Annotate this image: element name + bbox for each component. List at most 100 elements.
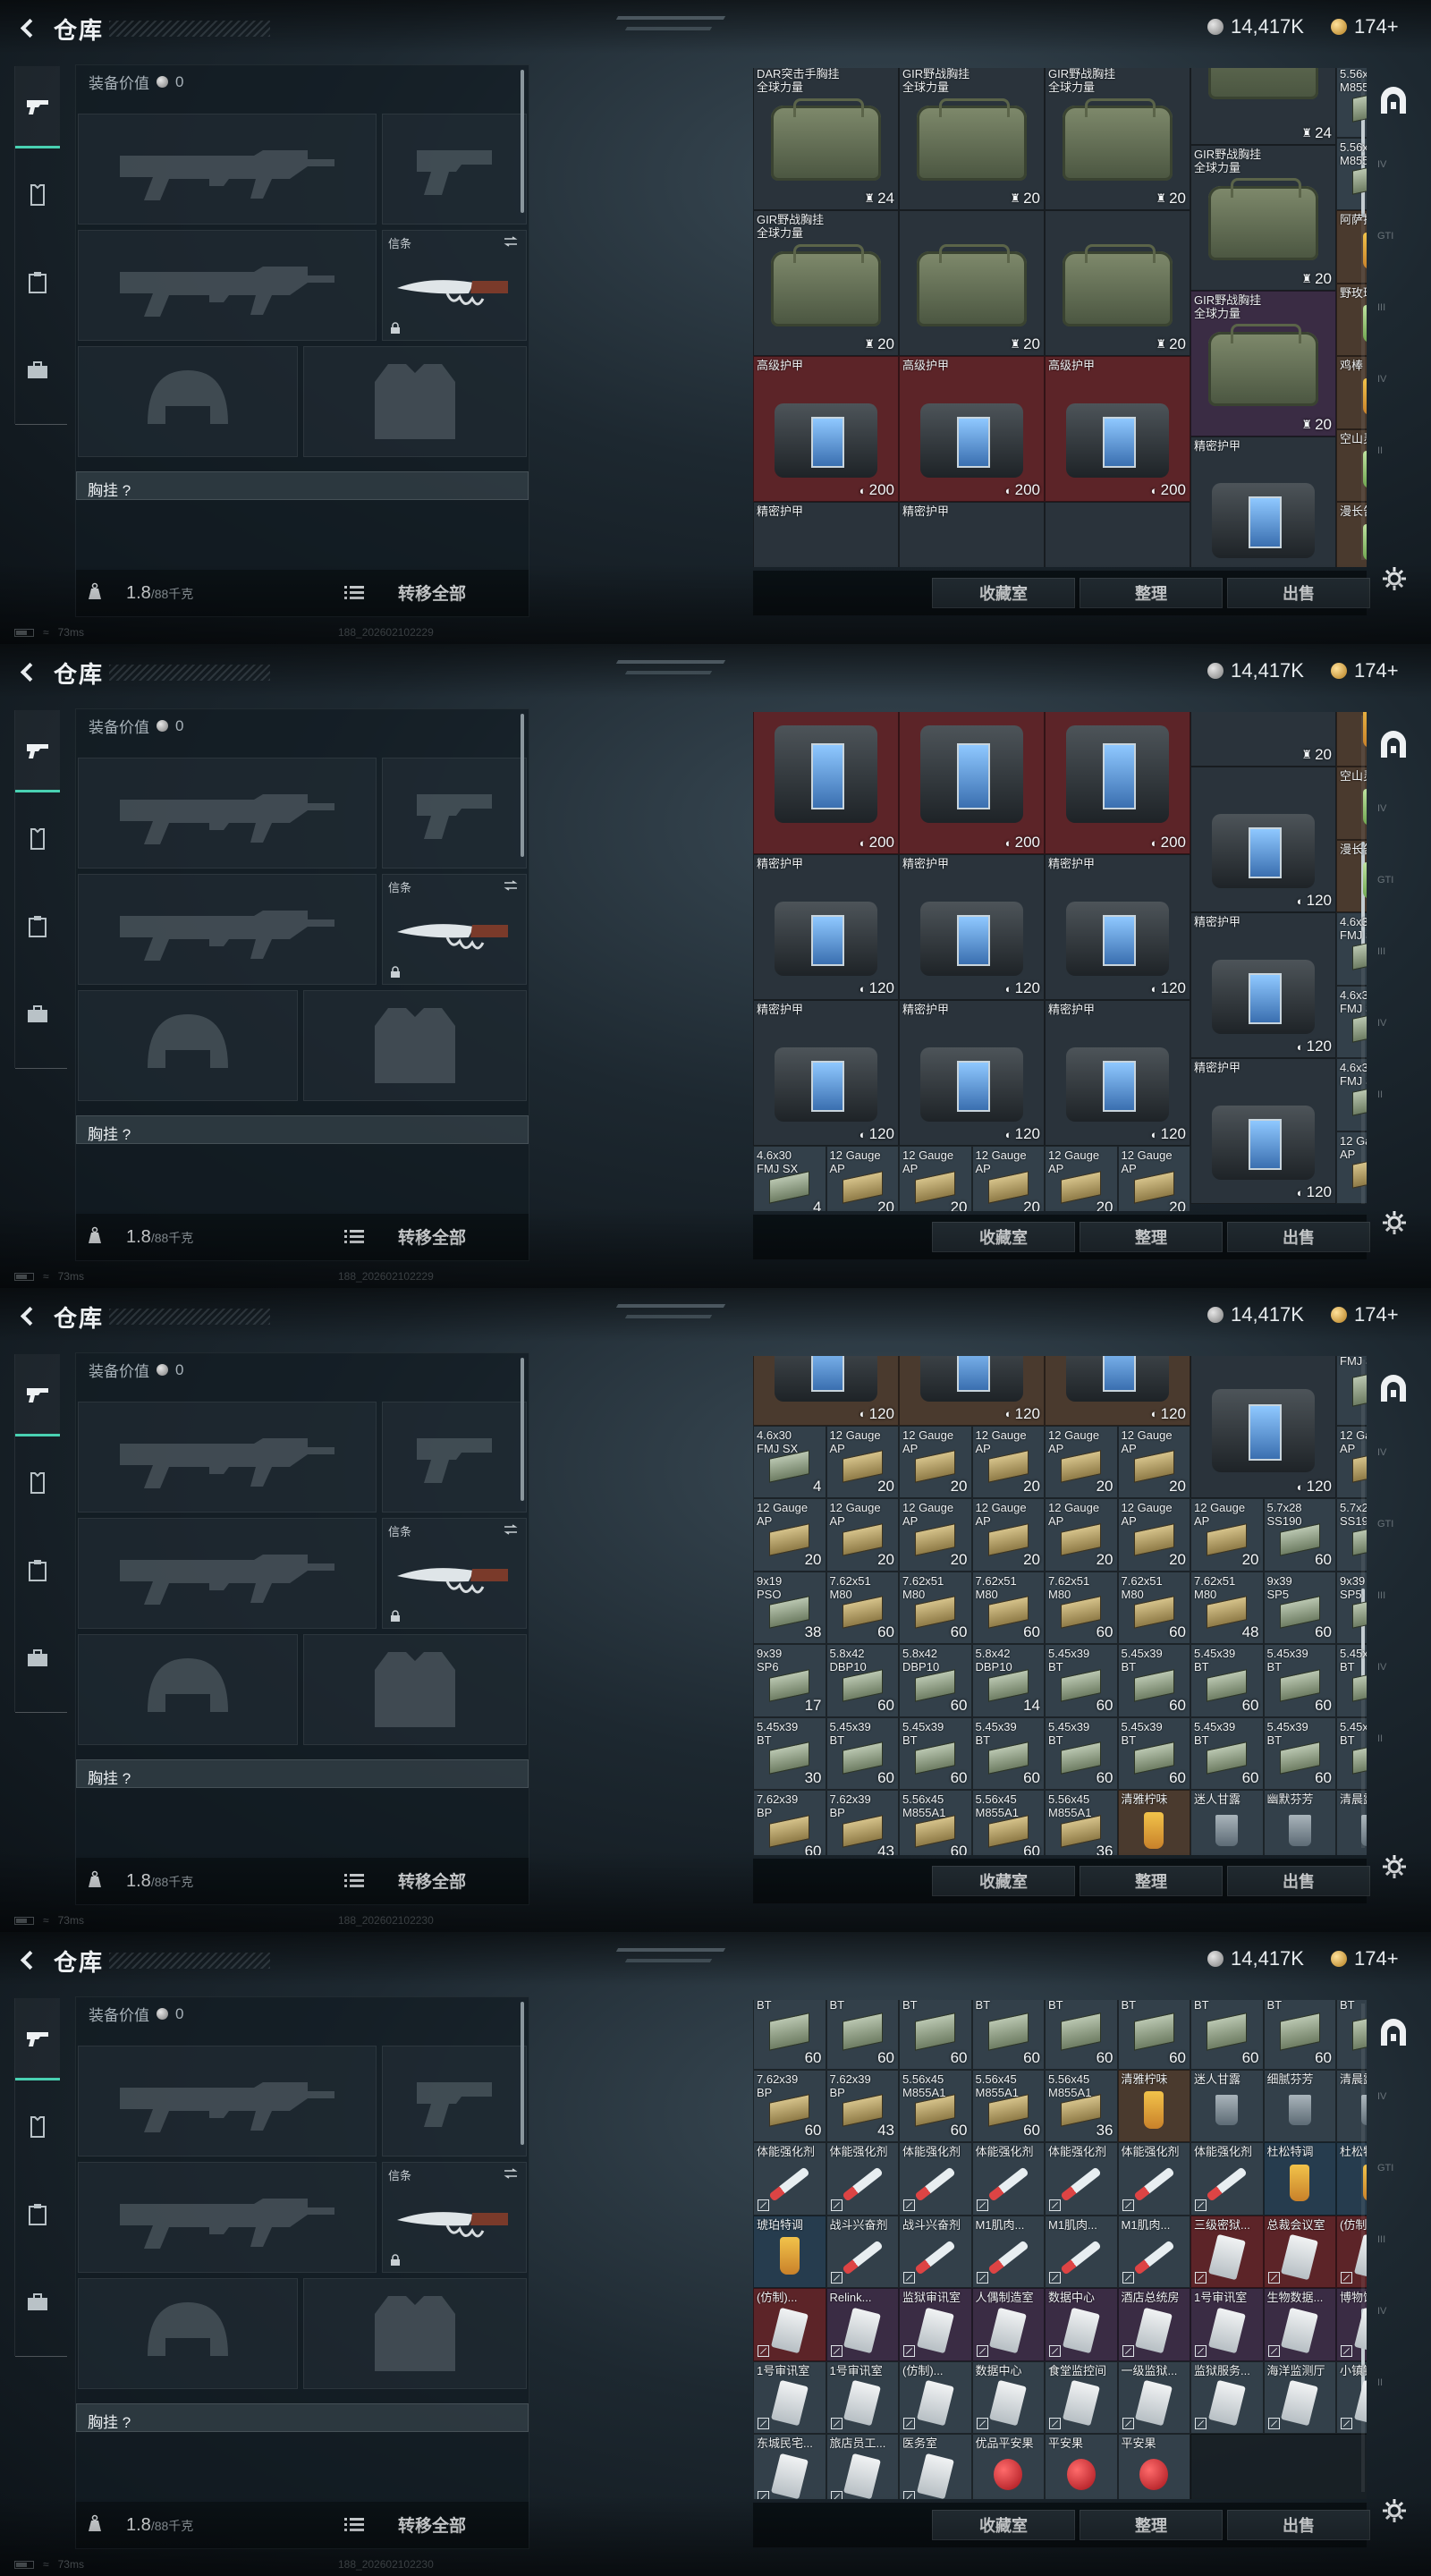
inventory-item[interactable] [1045, 502, 1190, 567]
inventory-item[interactable]: 12 Gauge AP 20 [826, 1146, 899, 1211]
inventory-item[interactable]: 5.45x39 BT 60 [1117, 1644, 1190, 1717]
inventory-item[interactable]: 精密护甲◐120 [753, 854, 899, 1000]
list-icon[interactable] [344, 2517, 364, 2531]
inventory-item[interactable]: 高级护甲◐200 [899, 356, 1045, 502]
inventory-item[interactable]: ◐ 120 [1190, 767, 1336, 913]
nav-weapon[interactable] [15, 1354, 60, 1436]
inventory-item[interactable]: 数据中心 [971, 2360, 1045, 2434]
inventory-item[interactable]: 12 Gauge AP 20 [899, 1425, 972, 1498]
chest-rig-bar[interactable]: 胸挂 ? [76, 471, 529, 500]
inventory-item[interactable]: 9x39 SP5 60 [1263, 1571, 1336, 1644]
helmet-slot[interactable] [78, 990, 298, 1101]
nav-chest-rig[interactable] [15, 886, 60, 968]
inventory-item[interactable]: 生物数据... [1263, 2288, 1336, 2361]
inventory-item[interactable]: 5.8x42 DBP10 60 [826, 1644, 899, 1717]
inventory-item[interactable]: 5.45x39 BT 60 [1263, 2000, 1336, 2070]
inventory-item[interactable]: 体能强化剂 [971, 2142, 1045, 2216]
nav-chest-rig[interactable] [15, 2174, 60, 2256]
body-armor-slot[interactable] [303, 2278, 527, 2389]
swap-icon[interactable] [503, 1524, 519, 1535]
inventory-item[interactable]: 5.45x39 BT 60 [899, 1716, 972, 1790]
inventory-item[interactable]: GIR野战胸挂 全球力量 ♜ 20 [1190, 144, 1336, 291]
inventory-item[interactable]: ♜ 20 [1045, 210, 1190, 356]
inventory-item[interactable]: 12 Gauge AP 20 [1117, 1146, 1190, 1211]
melee-slot[interactable]: 信条 [382, 874, 527, 985]
primary-weapon-slot[interactable] [78, 1402, 377, 1513]
chest-rig-bar[interactable]: 胸挂 ? [76, 1115, 529, 1144]
sell-button[interactable]: 出售 [1227, 1222, 1370, 1252]
inventory-item[interactable]: 幽默芬芳 [1263, 1790, 1336, 1855]
inventory-item[interactable]: 5.45x39 BT 60 [971, 1716, 1045, 1790]
nav-armor[interactable] [15, 2086, 60, 2168]
inventory-item[interactable]: 5.45x39 BT 60 [826, 1716, 899, 1790]
chest-rig-bar[interactable]: 胸挂 ? [76, 1759, 529, 1788]
inventory-item[interactable]: 精密护甲◐120 [1190, 1356, 1336, 1498]
inventory-item[interactable]: 战斗兴奋剂 [826, 2215, 899, 2288]
inventory-item[interactable]: DAR突击手胸挂 全球力量♜24 [753, 68, 899, 210]
inventory-item[interactable]: 9x39 SP6 17 [753, 1644, 826, 1717]
primary-weapon-slot[interactable] [78, 758, 377, 869]
inventory-item[interactable]: 5.45x39 BT 60 [1190, 1716, 1264, 1790]
equipment-scrollbar[interactable] [521, 714, 524, 857]
inventory-item[interactable]: 7.62x51 M80 60 [1117, 1571, 1190, 1644]
back-button[interactable] [11, 1945, 41, 1975]
vault-icon[interactable] [1378, 730, 1409, 760]
inventory-item[interactable]: 12 Gauge AP 20 [1045, 1425, 1118, 1498]
inventory-item[interactable]: 总裁会议室 [1263, 2215, 1336, 2288]
inventory-item[interactable]: DAR突击手胸挂 全球力量♜24 [1190, 68, 1336, 145]
inventory-item[interactable]: 体能强化剂 [753, 2142, 826, 2216]
inventory-item[interactable]: 12 Gauge AP 20 [899, 1498, 972, 1572]
equipment-scrollbar[interactable] [521, 2002, 524, 2145]
melee-slot[interactable]: 信条 [382, 1518, 527, 1629]
inventory-item[interactable]: 高级护甲◐200 [753, 356, 899, 502]
inventory-item[interactable]: 体能强化剂 [1117, 2142, 1190, 2216]
gold-currency[interactable]: 174+ [1331, 659, 1399, 682]
inventory-item[interactable]: (仿制)... [753, 2288, 826, 2361]
nav-weapon[interactable] [15, 710, 60, 792]
sort-button[interactable]: 整理 [1080, 1866, 1223, 1896]
gold-currency[interactable]: 174+ [1331, 1947, 1399, 1970]
secondary-weapon-slot[interactable] [382, 2046, 527, 2157]
warehouse-tab[interactable]: IV [1377, 2091, 1413, 2118]
inventory-item[interactable]: 5.45x39 BT 60 [753, 2000, 826, 2070]
inventory-item[interactable]: 平安果 [1045, 2434, 1118, 2499]
secondary-weapon-slot[interactable] [382, 1402, 527, 1513]
inventory-item[interactable]: 优品平安果 [971, 2434, 1045, 2499]
gear-icon[interactable] [1381, 1209, 1408, 1236]
inventory-item[interactable]: 5.56x45 M855A1 60 [971, 1790, 1045, 1855]
inventory-item[interactable]: 酒店总统房 [1117, 2288, 1190, 2361]
inventory-item[interactable]: 精密护甲◐120 [1190, 912, 1336, 1059]
equipment-scrollbar[interactable] [521, 70, 524, 213]
warehouse-tab[interactable]: III [1377, 1590, 1413, 1617]
tertiary-weapon-slot[interactable] [78, 2162, 377, 2273]
secondary-weapon-slot[interactable] [382, 758, 527, 869]
list-icon[interactable] [344, 1229, 364, 1243]
inventory-item[interactable]: 12 Gauge AP 20 [753, 1498, 826, 1572]
nav-armor[interactable] [15, 154, 60, 236]
warehouse-tab[interactable]: GTI [1377, 1519, 1413, 1546]
inventory-item[interactable]: ♜ 20 [1190, 712, 1336, 767]
inventory-item[interactable]: 高级护甲◐200 [1045, 712, 1190, 854]
inventory-item[interactable]: GIR野战胸挂 全球力量 ♜ 20 [1190, 290, 1336, 436]
inventory-item[interactable]: 12 Gauge AP 20 [971, 1146, 1045, 1211]
inventory-item[interactable]: 高级护甲◐200 [753, 712, 899, 854]
inventory-item[interactable]: 5.45x39 BT 60 [1045, 2000, 1118, 2070]
gear-icon[interactable] [1381, 1853, 1408, 1880]
inventory-item[interactable]: 12 Gauge AP 20 [826, 1498, 899, 1572]
inventory-item[interactable]: 精密护甲◐120 [1045, 854, 1190, 1000]
collection-button[interactable]: 收藏室 [932, 578, 1075, 608]
inventory-item[interactable]: 5.7x28 SS190 60 [1263, 1498, 1336, 1572]
nav-weapon[interactable] [15, 66, 60, 148]
warehouse-tab[interactable]: IV [1377, 374, 1413, 401]
inventory-item[interactable]: M1肌肉... [1045, 2215, 1118, 2288]
sell-button[interactable]: 出售 [1227, 2510, 1370, 2540]
inventory-item[interactable]: 细腻芬芳 [1263, 2069, 1336, 2142]
list-icon[interactable] [344, 1873, 364, 1887]
inventory-item[interactable]: 5.45x39 BT 60 [1117, 2000, 1190, 2070]
warehouse-tab[interactable]: III [1377, 946, 1413, 973]
inventory-item[interactable]: 精密护甲◐120 [1190, 1058, 1336, 1205]
inventory-item[interactable]: 清雅柠味 [1117, 1790, 1190, 1855]
inventory-item[interactable]: 平安果 [1117, 2434, 1190, 2499]
inventory-item[interactable]: 12 Gauge AP 20 [826, 1425, 899, 1498]
inventory-item[interactable]: 精密护甲 [899, 502, 1045, 567]
